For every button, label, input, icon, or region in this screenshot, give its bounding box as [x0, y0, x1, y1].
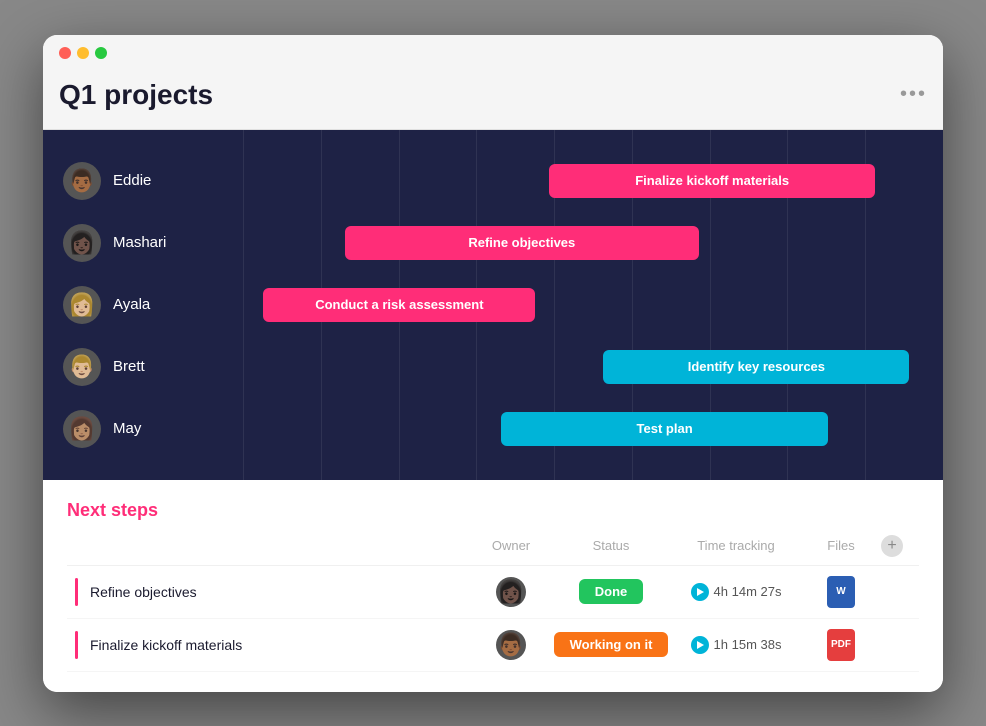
avatar-ayala [63, 286, 101, 324]
person-eddie: Eddie [63, 162, 243, 200]
table-row-refine: Refine objectives Done 4h 14m 27s W [67, 566, 919, 619]
play-icon-finalize[interactable] [691, 636, 709, 654]
task-name-cell-finalize: Finalize kickoff materials [75, 631, 471, 659]
col-header-add: + [881, 535, 911, 557]
person-name-ayala: Ayala [113, 296, 150, 313]
gantt-bar-eddie[interactable]: Finalize kickoff materials [549, 164, 875, 198]
gantt-bar-area-eddie: Finalize kickoff materials [243, 162, 923, 200]
next-steps-section: Next steps Owner Status Time tracking Fi… [43, 480, 943, 692]
gantt-bar-area-may: Test plan [243, 410, 923, 448]
gantt-bar-area-mashari: Refine objectives [243, 224, 923, 262]
close-button[interactable] [59, 47, 71, 59]
person-name-may: May [113, 420, 141, 437]
person-ayala: Ayala [63, 286, 243, 324]
time-value-finalize: 1h 15m 38s [714, 637, 782, 652]
more-options-button[interactable]: ••• [900, 83, 927, 106]
minimize-button[interactable] [77, 47, 89, 59]
avatar-mashari [63, 224, 101, 262]
col-header-owner: Owner [471, 538, 551, 553]
add-column-button[interactable]: + [881, 535, 903, 557]
task-indicator-refine [75, 578, 78, 606]
status-badge-finalize[interactable]: Working on it [554, 632, 669, 657]
task-name-cell-refine: Refine objectives [75, 578, 471, 606]
col-header-status: Status [551, 538, 671, 553]
gantt-bar-ayala[interactable]: Conduct a risk assessment [263, 288, 535, 322]
gantt-chart: Eddie Finalize kickoff materials Mashari… [43, 130, 943, 480]
table-row-finalize: Finalize kickoff materials Working on it… [67, 619, 919, 672]
gantt-bar-area-brett: Identify key resources [243, 348, 923, 386]
status-cell-refine[interactable]: Done [551, 579, 671, 604]
traffic-lights [59, 47, 927, 59]
task-name-finalize: Finalize kickoff materials [90, 637, 242, 653]
owner-avatar-finalize [496, 630, 526, 660]
files-cell-finalize: PDF [801, 629, 881, 661]
gantt-bar-mashari[interactable]: Refine objectives [345, 226, 699, 260]
person-name-mashari: Mashari [113, 234, 166, 251]
files-cell-refine: W [801, 576, 881, 608]
file-word-icon-refine[interactable]: W [827, 576, 855, 608]
file-pdf-icon-finalize[interactable]: PDF [827, 629, 855, 661]
play-icon-refine[interactable] [691, 583, 709, 601]
main-window: Q1 projects ••• Eddie Finalize kickoff m… [43, 35, 943, 692]
gantt-bar-area-ayala: Conduct a risk assessment [243, 286, 923, 324]
person-name-eddie: Eddie [113, 172, 151, 189]
gantt-row-eddie: Eddie Finalize kickoff materials [43, 150, 943, 212]
gantt-row-brett: Brett Identify key resources [43, 336, 943, 398]
gantt-bar-may[interactable]: Test plan [501, 412, 827, 446]
status-cell-finalize[interactable]: Working on it [551, 632, 671, 657]
avatar-eddie [63, 162, 101, 200]
maximize-button[interactable] [95, 47, 107, 59]
gantt-row-mashari: Mashari Refine objectives [43, 212, 943, 274]
owner-cell-finalize [471, 630, 551, 660]
table-header: Owner Status Time tracking Files + [67, 535, 919, 566]
person-name-brett: Brett [113, 358, 145, 375]
page-title: Q1 projects [59, 79, 213, 111]
person-may: May [63, 410, 243, 448]
task-indicator-finalize [75, 631, 78, 659]
person-mashari: Mashari [63, 224, 243, 262]
time-cell-finalize: 1h 15m 38s [671, 636, 801, 654]
col-header-files: Files [801, 538, 881, 553]
col-header-time: Time tracking [671, 538, 801, 553]
task-name-refine: Refine objectives [90, 584, 197, 600]
person-brett: Brett [63, 348, 243, 386]
gantt-bar-brett[interactable]: Identify key resources [603, 350, 909, 384]
status-badge-refine[interactable]: Done [579, 579, 644, 604]
time-cell-refine: 4h 14m 27s [671, 583, 801, 601]
owner-avatar-refine [496, 577, 526, 607]
time-value-refine: 4h 14m 27s [714, 584, 782, 599]
title-bar: Q1 projects ••• [43, 35, 943, 130]
next-steps-title: Next steps [67, 500, 919, 521]
gantt-row-may: May Test plan [43, 398, 943, 460]
avatar-may [63, 410, 101, 448]
owner-cell-refine [471, 577, 551, 607]
gantt-row-ayala: Ayala Conduct a risk assessment [43, 274, 943, 336]
avatar-brett [63, 348, 101, 386]
